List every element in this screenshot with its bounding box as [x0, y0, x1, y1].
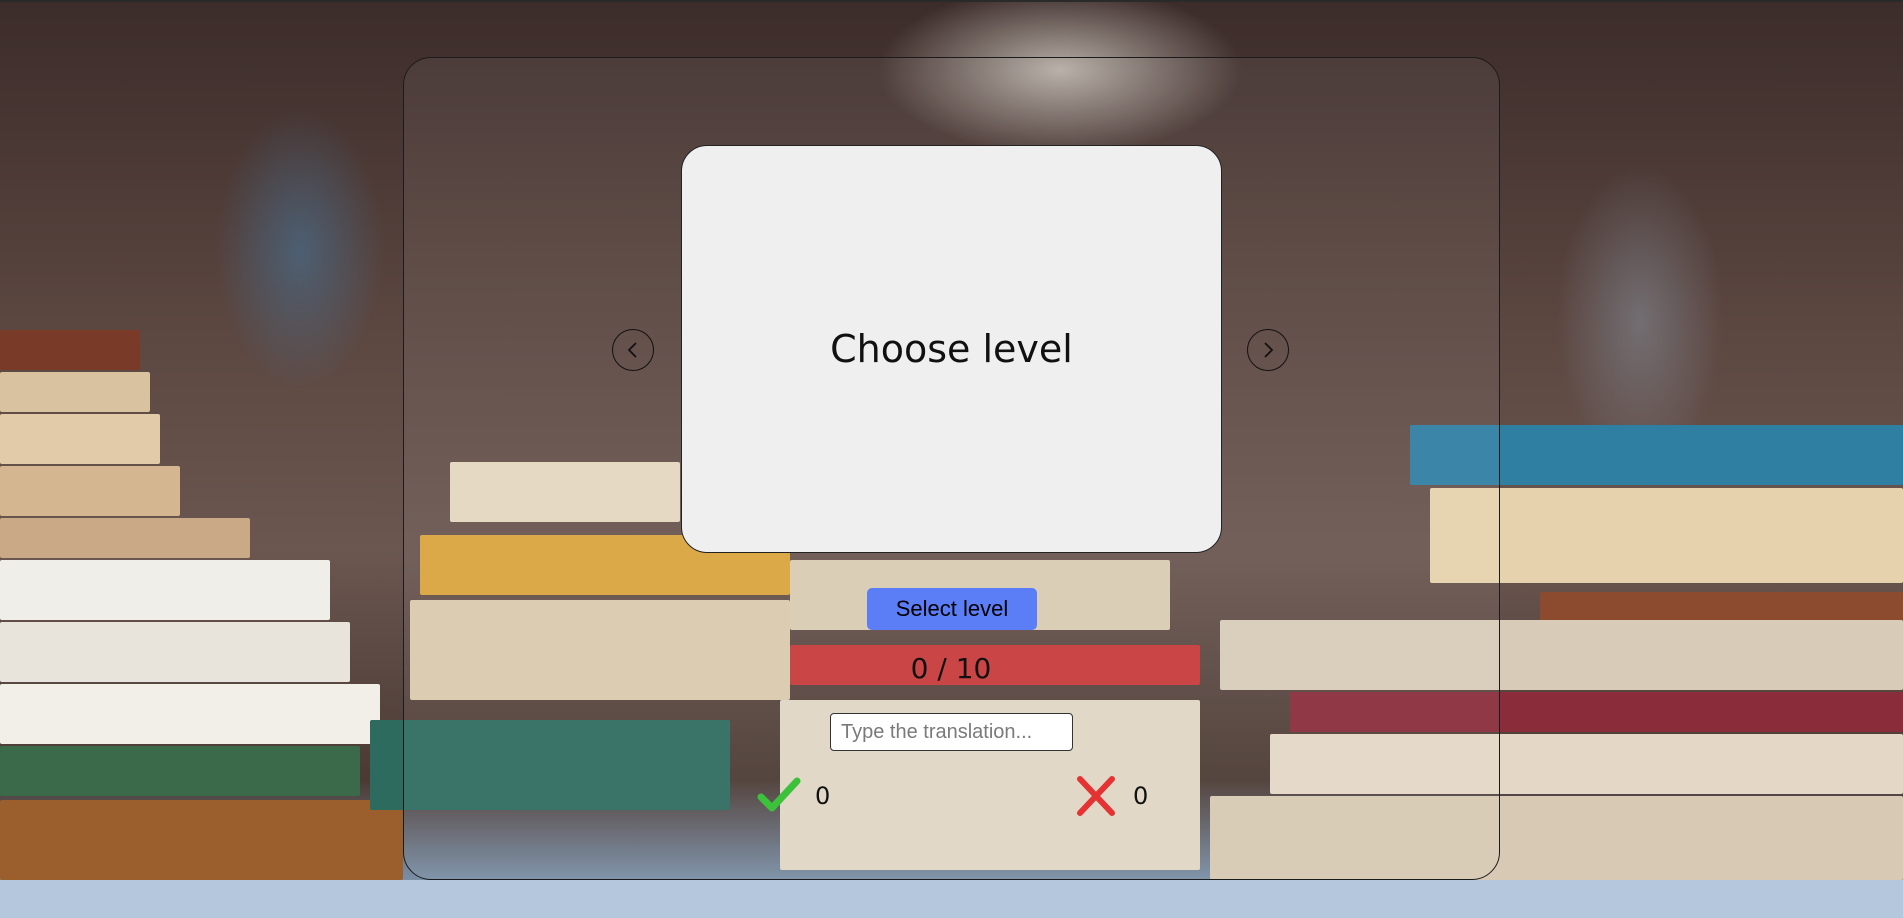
wrong-count: 0	[1133, 782, 1149, 810]
progress-counter: 0 / 10	[910, 652, 992, 685]
prev-card-button[interactable]	[612, 329, 654, 371]
flashcard[interactable]: Choose level	[681, 145, 1222, 553]
translation-input[interactable]	[830, 713, 1073, 751]
card-word: Choose level	[830, 327, 1073, 371]
chevron-left-icon	[627, 342, 637, 358]
book-stack-left	[0, 800, 403, 880]
book-stack-left	[0, 372, 150, 412]
book-stack-left	[0, 746, 360, 796]
table-surface	[0, 880, 1903, 918]
book-stack-left	[0, 560, 330, 620]
book-stack-right	[1540, 592, 1903, 622]
chevron-right-icon	[1264, 342, 1274, 358]
cross-icon	[1077, 776, 1115, 816]
book-stack-right	[1430, 488, 1903, 583]
book-stack-left	[0, 330, 140, 370]
wrong-score: 0	[1075, 775, 1148, 817]
checkmark-icon	[757, 777, 801, 812]
correct-score: 0	[757, 775, 830, 817]
next-card-button[interactable]	[1247, 329, 1289, 371]
book-stack-left	[0, 622, 350, 682]
top-border	[0, 0, 1903, 2]
select-level-button[interactable]: Select level	[867, 588, 1037, 630]
book-stack-left	[0, 466, 180, 516]
book-stack-left	[0, 684, 380, 744]
correct-count: 0	[815, 782, 831, 810]
book-stack-left	[0, 518, 250, 558]
book-stack-left	[0, 414, 160, 464]
